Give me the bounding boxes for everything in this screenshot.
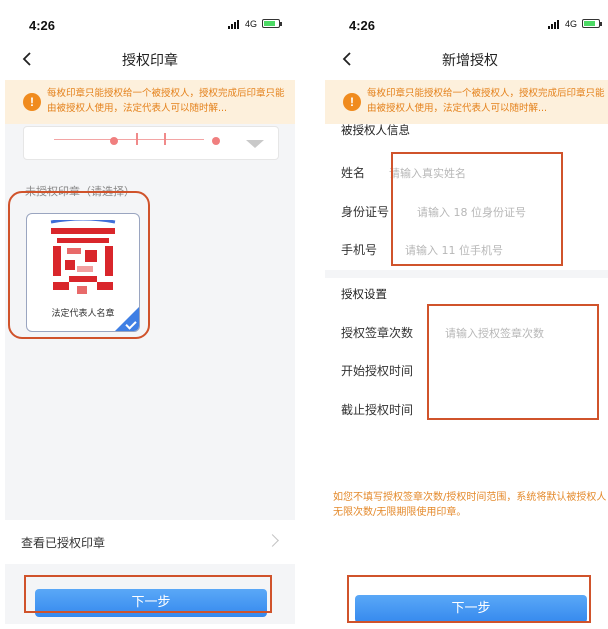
phone-label: 手机号	[341, 243, 378, 257]
chevron-right-icon	[266, 534, 279, 547]
notice-banner: ! 每枚印章只能授权给一个被授权人，授权完成后印章只能由被授权人使用，法定代表人…	[5, 80, 295, 124]
seal-strip-dot	[212, 137, 220, 145]
settings-section-title: 授权设置	[341, 287, 387, 301]
info-icon: !	[23, 93, 41, 111]
footnote-text: 如您不填写授权签章次数/授权时间范围，系统将默认被授权人无限次数/无限期限使用印…	[333, 492, 607, 518]
info-icon: !	[343, 93, 361, 111]
grantee-section-title: 被授权人信息	[341, 123, 410, 137]
annotation-box-grantee-inputs	[391, 152, 563, 266]
annotation-box-next-left	[24, 575, 272, 613]
seal-strip-line	[54, 139, 204, 140]
start-time-label: 开始授权时间	[341, 364, 414, 378]
annotation-box-next-right	[347, 575, 591, 623]
view-authorized-label: 查看已授权印章	[21, 536, 106, 550]
status-time: 4:26	[349, 18, 376, 33]
sign-count-label: 授权签章次数	[341, 326, 414, 340]
id-number-label: 身份证号	[341, 205, 390, 219]
network-type: 4G	[245, 19, 258, 29]
nav-bar: 授权印章	[5, 38, 295, 80]
section-divider	[325, 270, 608, 278]
name-label: 姓名	[341, 166, 366, 180]
annotation-box-settings-inputs	[427, 304, 599, 420]
seal-strip-mark	[136, 133, 138, 145]
page-title: 新增授权	[442, 53, 498, 69]
page-title: 授权印章	[122, 53, 178, 69]
status-bar: 4:26 4G	[325, 6, 608, 38]
battery-icon	[262, 19, 282, 28]
notice-banner: ! 每枚印章只能授权给一个被授权人，授权完成后印章只能由被授权人使用，法定代表人…	[325, 80, 608, 124]
status-bar: 4:26 4G	[5, 6, 295, 38]
annotation-box-seal	[8, 191, 150, 339]
seal-strip-dot	[110, 137, 118, 145]
dropdown-caret-icon	[246, 140, 264, 148]
notice-text: 每枚印章只能授权给一个被授权人，授权完成后印章只能由被授权人使用，法定代表人可以…	[47, 88, 285, 114]
notice-text: 每枚印章只能授权给一个被授权人，授权完成后印章只能由被授权人使用，法定代表人可以…	[367, 88, 605, 114]
status-time: 4:26	[29, 18, 56, 33]
view-authorized-seals-row[interactable]: 查看已授权印章	[5, 520, 295, 564]
end-time-label: 截止授权时间	[341, 403, 414, 417]
network-type: 4G	[565, 19, 578, 29]
signal-icon	[228, 20, 242, 29]
battery-icon	[582, 19, 602, 28]
nav-bar: 新增授权	[325, 38, 608, 80]
signal-icon	[548, 20, 562, 29]
seal-strip-mark	[164, 133, 166, 145]
authorized-seal-dropdown[interactable]	[23, 126, 279, 160]
